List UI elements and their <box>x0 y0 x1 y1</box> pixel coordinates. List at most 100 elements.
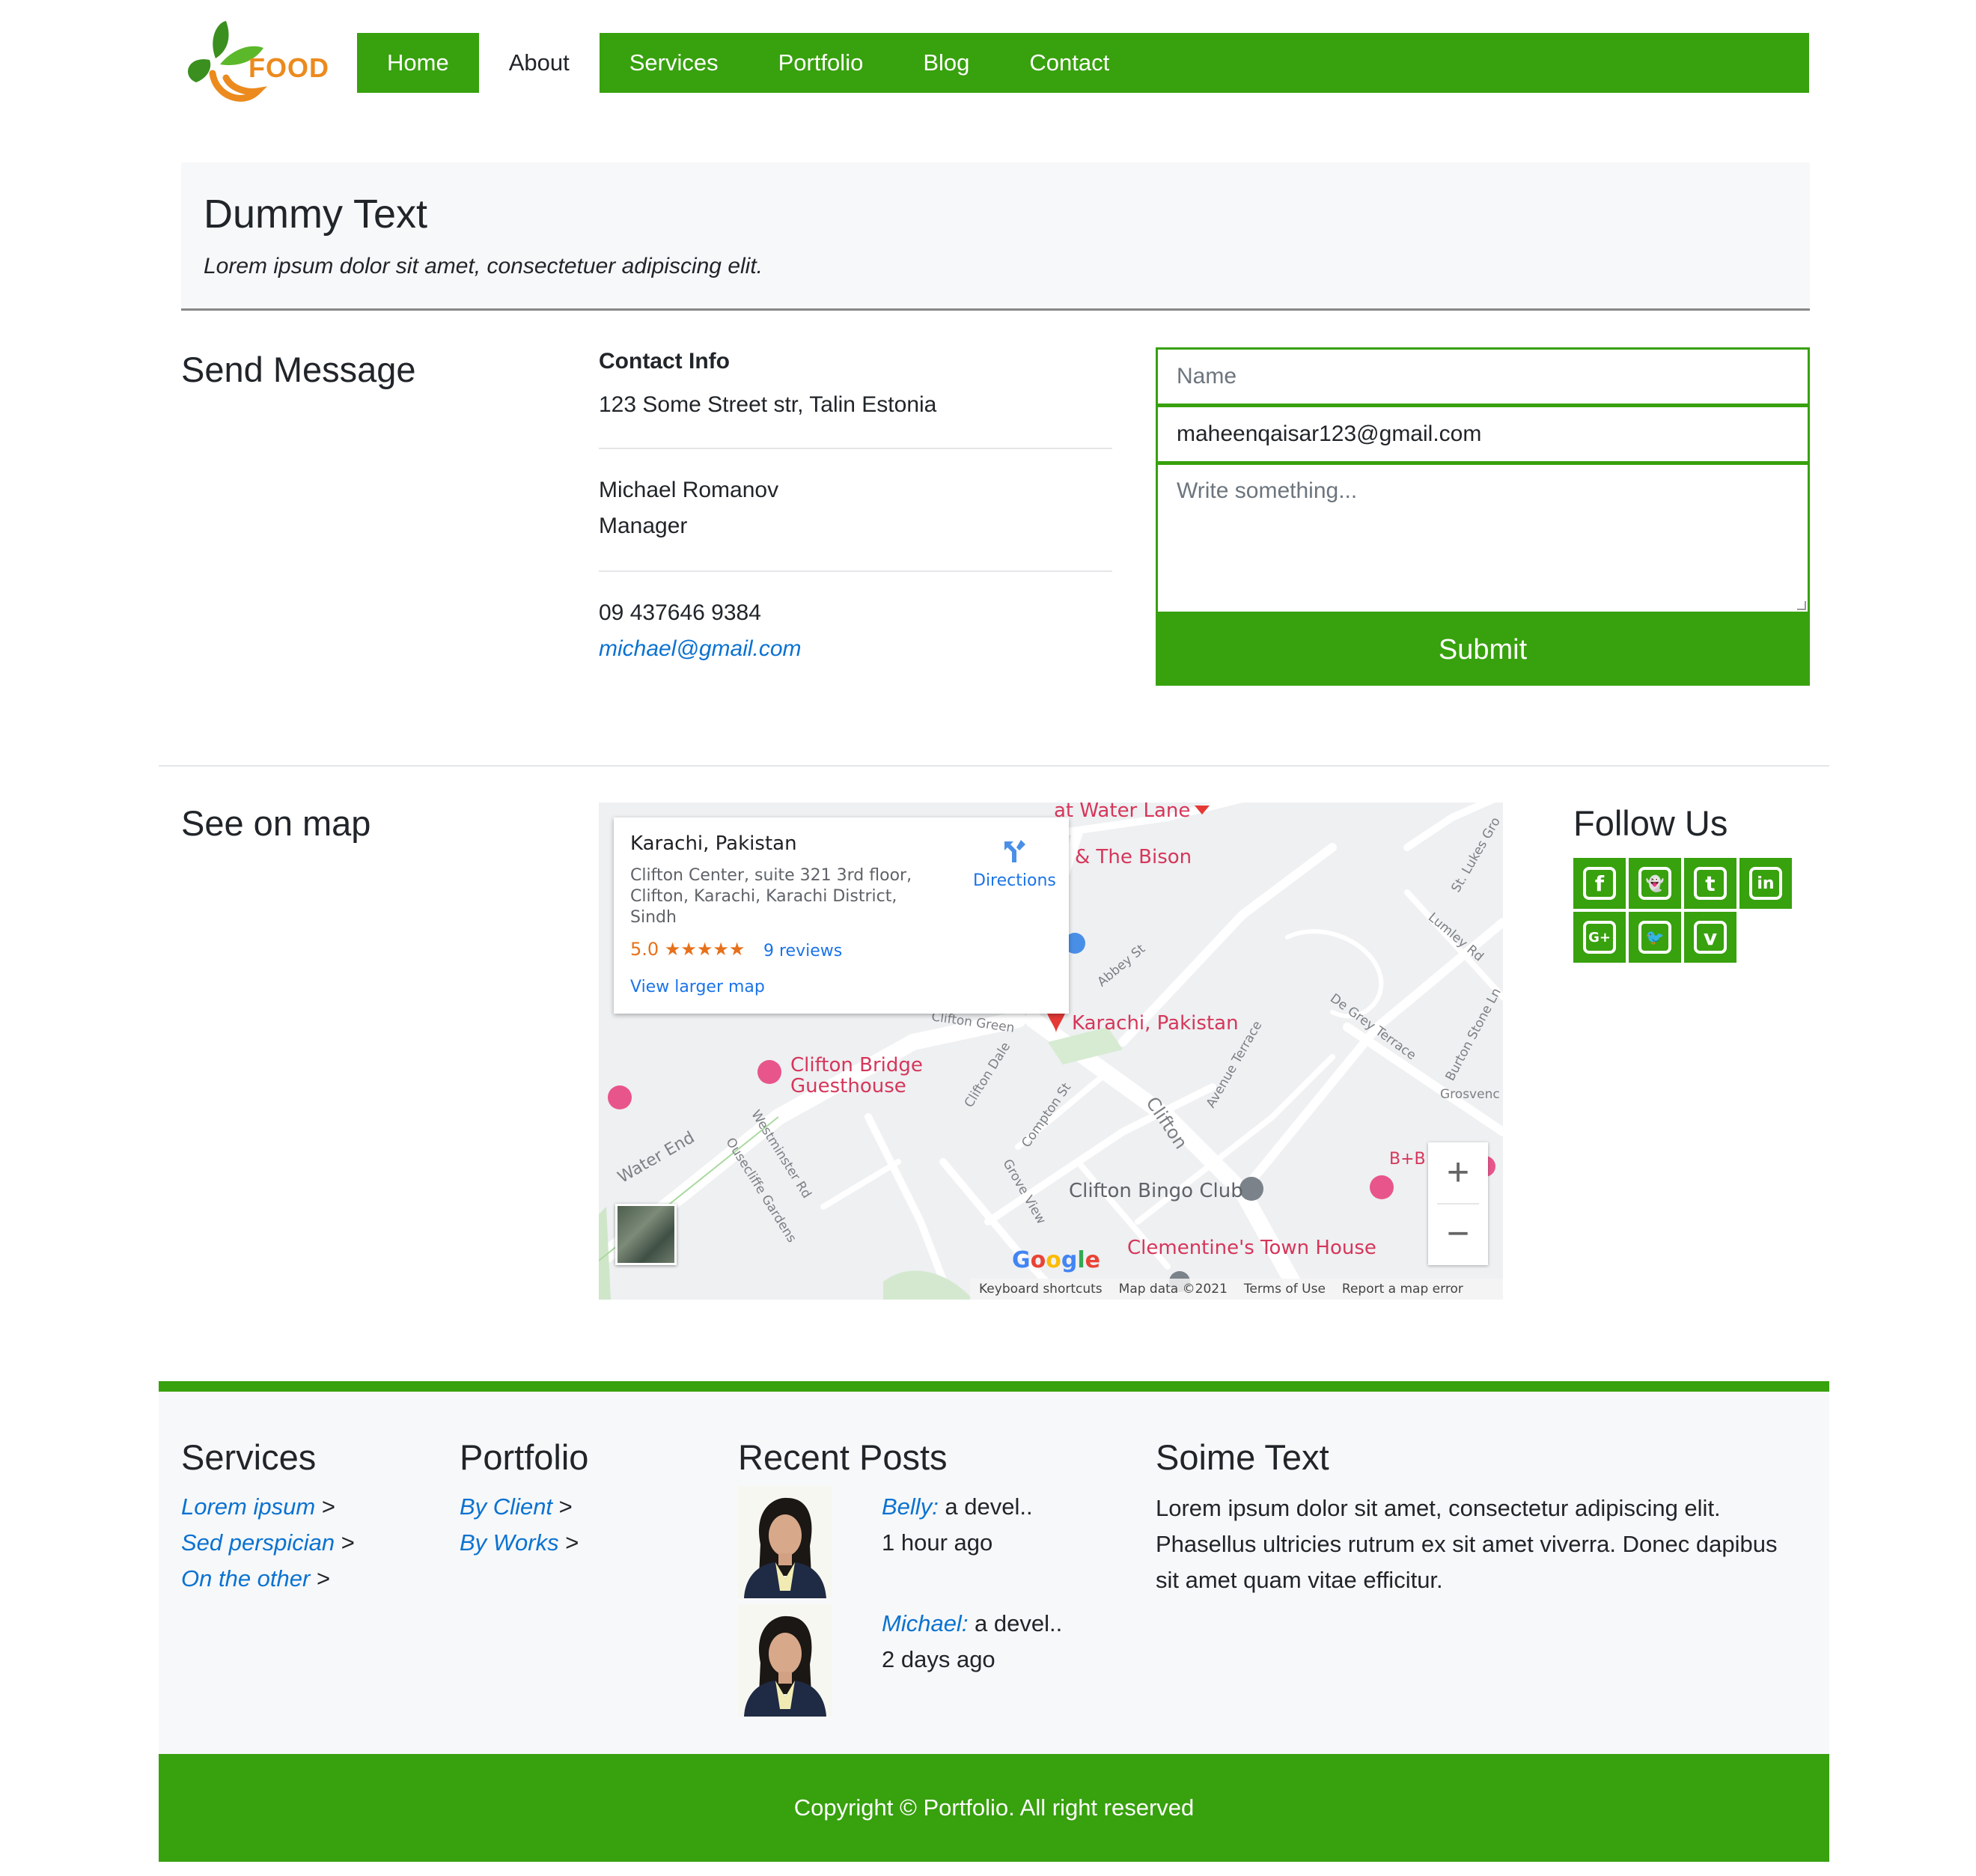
footer-link[interactable]: On the other <box>181 1565 310 1592</box>
footer-portfolio-link: By Works > <box>460 1529 579 1556</box>
map-label-karachi-pin: Karachi, Pakistan <box>1072 1012 1239 1035</box>
footer-portfolio-title: Portfolio <box>460 1437 589 1477</box>
contact-divider <box>599 448 1112 449</box>
message-textarea[interactable]: Write something... <box>1156 463 1810 614</box>
terms-of-use-link[interactable]: Terms of Use <box>1244 1282 1326 1297</box>
site-logo[interactable]: FOOD <box>180 18 337 109</box>
nav-item-blog[interactable]: Blog <box>893 33 999 93</box>
twitter-glyph: 🐦 <box>1638 921 1671 954</box>
chevron-right-icon: > <box>321 1493 335 1520</box>
contact-person-role: Manager <box>599 514 688 538</box>
map-place-address: Clifton Center, suite 321 3rd floor, Cli… <box>630 866 912 927</box>
recent-post-2-time: 2 days ago <box>882 1646 995 1672</box>
vimeo-glyph: v <box>1694 921 1727 954</box>
contact-email-link[interactable]: michael@gmail.com <box>599 636 802 662</box>
embedded-map[interactable]: at Water Lane & The Bison Karachi, Pakis… <box>599 803 1503 1300</box>
google-plus-icon[interactable]: G+ <box>1573 912 1626 963</box>
map-reviews-link[interactable]: 9 reviews <box>763 942 842 960</box>
report-map-error-link[interactable]: Report a map error <box>1342 1282 1463 1297</box>
map-place-name: Karachi, Pakistan <box>630 832 797 855</box>
map-rating: 5.0 ★★★★★ <box>630 939 745 960</box>
footer-services-link: On the other > <box>181 1565 330 1592</box>
footer-link[interactable]: By Works <box>460 1529 559 1556</box>
map-rating-value: 5.0 <box>630 939 659 960</box>
nav-item-about[interactable]: About <box>478 33 600 93</box>
footer-services-title: Services <box>181 1437 317 1477</box>
avatar-image <box>738 1604 832 1717</box>
logo-text: FOOD <box>248 52 329 83</box>
page-subtitle: Lorem ipsum dolor sit amet, consectetuer… <box>204 254 763 278</box>
footer-link[interactable]: Sed perspician <box>181 1529 335 1556</box>
map-info-card: Karachi, Pakistan Clifton Center, suite … <box>614 817 1069 1014</box>
social-icons: f 👻 t in G+ 🐦 v <box>1573 858 1795 963</box>
map-street-grosvenor: Grosvenc <box>1440 1087 1500 1102</box>
recent-post-1-title: Belly: a devel.. <box>882 1493 1033 1520</box>
post-avatar[interactable] <box>738 1486 832 1598</box>
satellite-toggle-thumbnail[interactable] <box>615 1204 677 1265</box>
see-on-map-title: See on map <box>181 803 371 843</box>
contact-person-name: Michael Romanov <box>599 478 779 502</box>
submit-button[interactable]: Submit <box>1156 614 1810 686</box>
page-title: Dummy Text <box>204 192 428 237</box>
contact-info-heading: Contact Info <box>599 349 730 374</box>
footer-services-link: Sed perspician > <box>181 1529 355 1556</box>
map-label-town-house: Clementine's Town House <box>1127 1237 1376 1259</box>
map-attribution-bar: Keyboard shortcuts Map data ©2021 Terms … <box>970 1279 1503 1300</box>
footer-services-link: Lorem ipsum > <box>181 1493 335 1520</box>
map-label-guesthouse-2: Guesthouse <box>790 1075 906 1097</box>
map-label-bingo: Clifton Bingo Club <box>1069 1180 1243 1202</box>
nav-item-portfolio[interactable]: Portfolio <box>748 33 894 93</box>
google-logo: Google <box>1012 1247 1101 1273</box>
view-larger-map-link[interactable]: View larger map <box>630 978 765 996</box>
linkedin-glyph: in <box>1749 867 1782 900</box>
post-excerpt: a devel.. <box>938 1493 1033 1520</box>
footer-recent-posts-title: Recent Posts <box>738 1437 948 1477</box>
linkedin-icon[interactable]: in <box>1739 858 1792 909</box>
map-data-label: Map data ©2021 <box>1118 1282 1228 1297</box>
tumblr-glyph: t <box>1694 867 1727 900</box>
footer-link[interactable]: Lorem ipsum <box>181 1493 315 1520</box>
vimeo-icon[interactable]: v <box>1684 912 1736 963</box>
follow-us-title: Follow Us <box>1573 803 1728 843</box>
google-plus-glyph: G+ <box>1583 921 1616 954</box>
post-excerpt: a devel.. <box>968 1610 1063 1636</box>
star-rating-icon: ★★★★★ <box>664 939 745 960</box>
nav-item-services[interactable]: Services <box>600 33 748 93</box>
resize-handle-icon[interactable] <box>1797 601 1806 610</box>
twitter-icon[interactable]: 🐦 <box>1629 912 1681 963</box>
zoom-out-button[interactable]: − <box>1428 1204 1488 1264</box>
map-label-bison: & The Bison <box>1075 846 1192 868</box>
zoom-in-button[interactable]: + <box>1428 1142 1488 1202</box>
recent-post-1-time: 1 hour ago <box>882 1529 993 1556</box>
section-divider <box>159 765 1829 767</box>
footer-portfolio-link: By Client > <box>460 1493 573 1520</box>
facebook-icon[interactable]: f <box>1573 858 1626 909</box>
send-message-title: Send Message <box>181 350 416 389</box>
name-input[interactable]: Name <box>1156 347 1810 406</box>
keyboard-shortcuts-link[interactable]: Keyboard shortcuts <box>979 1282 1103 1297</box>
nav-item-contact[interactable]: Contact <box>999 33 1139 93</box>
map-label-bb: B+B <box>1389 1150 1426 1169</box>
main-nav: Home About Services Portfolio Blog Conta… <box>357 33 1809 93</box>
footer-some-text-body: Lorem ipsum dolor sit amet, consectetur … <box>1156 1495 1778 1593</box>
footer-link[interactable]: By Client <box>460 1493 552 1520</box>
chevron-right-icon: > <box>316 1565 331 1592</box>
map-label-water-lane: at Water Lane <box>1054 803 1191 822</box>
post-author-link[interactable]: Belly: <box>882 1493 939 1520</box>
message-placeholder: Write something... <box>1177 478 1358 503</box>
tumblr-icon[interactable]: t <box>1684 858 1736 909</box>
contact-divider <box>599 570 1112 572</box>
copyright-text: Copyright © Portfolio. All right reserve… <box>793 1794 1195 1821</box>
post-author-link[interactable]: Michael: <box>882 1610 968 1636</box>
snapchat-glyph: 👻 <box>1638 867 1671 900</box>
avatar-image <box>738 1486 832 1598</box>
chevron-right-icon: > <box>565 1529 579 1556</box>
email-input[interactable]: maheenqaisar123@gmail.com <box>1156 405 1810 463</box>
recent-post-2-title: Michael: a devel.. <box>882 1610 1062 1637</box>
facebook-glyph: f <box>1583 867 1616 900</box>
directions-icon[interactable] <box>998 835 1028 865</box>
nav-item-home[interactable]: Home <box>357 33 479 93</box>
post-avatar[interactable] <box>738 1604 832 1717</box>
directions-link[interactable]: Directions <box>973 871 1056 890</box>
snapchat-icon[interactable]: 👻 <box>1629 858 1681 909</box>
